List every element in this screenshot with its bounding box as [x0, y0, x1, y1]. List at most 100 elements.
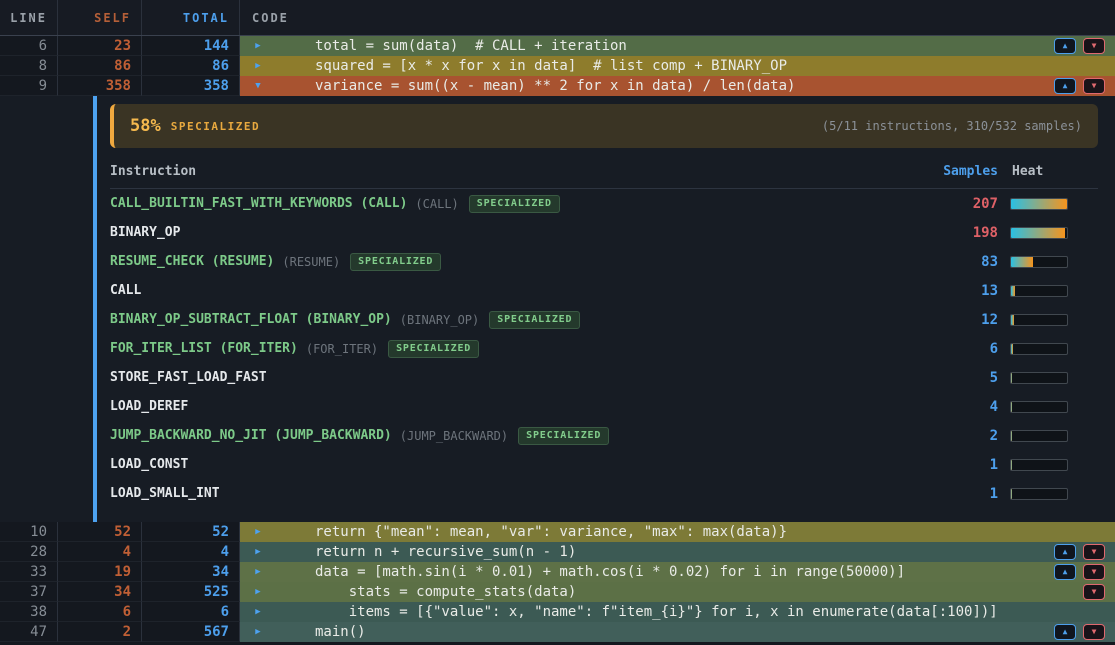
heat-bar-fill — [1011, 257, 1033, 267]
instruction-base-name: (RESUME) — [282, 255, 340, 269]
heat-bar-track — [1010, 430, 1068, 442]
instruction-rows: CALL_BUILTIN_FAST_WITH_KEYWORDS (CALL) (… — [110, 189, 1098, 508]
jump-up-button[interactable]: ▲ — [1054, 544, 1076, 560]
collapse-arrow-icon[interactable]: ▼ — [253, 81, 263, 91]
total-samples: 358 — [142, 76, 240, 96]
code-cell: ▶ return {"mean": mean, "var": variance,… — [240, 522, 1115, 542]
code-text: return {"mean": mean, "var": variance, "… — [315, 524, 787, 540]
instruction-row: LOAD_DEREF 4 — [110, 392, 1098, 421]
self-samples: 6 — [58, 602, 142, 622]
expansion-connector-line — [93, 96, 97, 522]
specialized-badge: SPECIALIZED — [388, 340, 479, 358]
instruction-name-cell: LOAD_CONST — [110, 457, 878, 472]
instruction-name: LOAD_CONST — [110, 457, 188, 472]
expand-arrow-icon[interactable]: ▶ — [253, 607, 263, 617]
jump-buttons: ▲▼ — [1054, 564, 1105, 580]
instruction-name: CALL_BUILTIN_FAST_WITH_KEYWORDS (CALL) — [110, 196, 407, 211]
table-row: 10 52 52 ▶ return {"mean": mean, "var": … — [0, 522, 1115, 542]
instruction-row: BINARY_OP 198 — [110, 218, 1098, 247]
self-samples: 86 — [58, 56, 142, 76]
instruction-row: LOAD_CONST 1 — [110, 450, 1098, 479]
total-samples: 6 — [142, 602, 240, 622]
instruction-name-cell: BINARY_OP — [110, 225, 878, 240]
column-header-samples: Samples — [878, 164, 998, 179]
instruction-base-name: (FOR_ITER) — [306, 342, 378, 356]
total-samples: 4 — [142, 542, 240, 562]
heat-bar-track — [1010, 401, 1068, 413]
jump-up-button[interactable]: ▲ — [1054, 624, 1076, 640]
instruction-name-cell: CALL_BUILTIN_FAST_WITH_KEYWORDS (CALL) (… — [110, 195, 878, 213]
line-number: 47 — [0, 622, 58, 642]
heat-bar-track — [1010, 459, 1068, 471]
jump-down-button[interactable]: ▼ — [1083, 544, 1105, 560]
top-code-rows: 6 23 144 ▶ total = sum(data) # CALL + it… — [0, 36, 1115, 96]
instruction-row: JUMP_BACKWARD_NO_JIT (JUMP_BACKWARD) (JU… — [110, 421, 1098, 450]
heat-bar-fill — [1011, 489, 1012, 499]
specialized-badge: SPECIALIZED — [469, 195, 560, 213]
jump-down-button[interactable]: ▼ — [1083, 564, 1105, 580]
total-samples: 34 — [142, 562, 240, 582]
code-cell: ▶ total = sum(data) # CALL + iteration ▲… — [240, 36, 1115, 56]
jump-down-button[interactable]: ▼ — [1083, 78, 1105, 94]
heat-bar-track — [1010, 488, 1068, 500]
line-number: 8 — [0, 56, 58, 76]
line-number: 10 — [0, 522, 58, 542]
expand-arrow-icon[interactable]: ▶ — [253, 627, 263, 637]
code-text: stats = compute_stats(data) — [315, 584, 576, 600]
instruction-name-cell: RESUME_CHECK (RESUME) (RESUME) SPECIALIZ… — [110, 253, 878, 271]
instruction-name: JUMP_BACKWARD_NO_JIT (JUMP_BACKWARD) — [110, 428, 392, 443]
jump-up-button[interactable]: ▲ — [1054, 38, 1076, 54]
jump-up-button[interactable]: ▲ — [1054, 564, 1076, 580]
instruction-name-cell: LOAD_SMALL_INT — [110, 486, 878, 501]
heat-bar-fill — [1011, 402, 1012, 412]
bottom-code-rows: 10 52 52 ▶ return {"mean": mean, "var": … — [0, 522, 1115, 642]
instruction-heat-cell — [1010, 372, 1098, 384]
expand-arrow-icon[interactable]: ▶ — [253, 567, 263, 577]
table-row: 37 34 525 ▶ stats = compute_stats(data) … — [0, 582, 1115, 602]
expand-arrow-icon[interactable]: ▶ — [253, 587, 263, 597]
code-text: total = sum(data) # CALL + iteration — [315, 38, 627, 54]
column-header-self: SELF — [58, 0, 142, 35]
heat-bar-track — [1010, 227, 1068, 239]
instruction-name-cell: LOAD_DEREF — [110, 399, 878, 414]
expand-arrow-icon[interactable]: ▶ — [253, 61, 263, 71]
instruction-row: RESUME_CHECK (RESUME) (RESUME) SPECIALIZ… — [110, 247, 1098, 276]
instruction-samples: 83 — [878, 254, 998, 270]
instruction-name-cell: BINARY_OP_SUBTRACT_FLOAT (BINARY_OP) (BI… — [110, 311, 878, 329]
instruction-base-name: (BINARY_OP) — [400, 313, 479, 327]
jump-down-button[interactable]: ▼ — [1083, 584, 1105, 600]
instruction-samples: 5 — [878, 370, 998, 386]
total-samples: 525 — [142, 582, 240, 602]
column-header-heat: Heat — [1010, 164, 1098, 179]
heat-bar-track — [1010, 198, 1068, 210]
expand-arrow-icon[interactable]: ▶ — [253, 527, 263, 537]
jump-down-button[interactable]: ▼ — [1083, 38, 1105, 54]
jump-down-button[interactable]: ▼ — [1083, 624, 1105, 640]
instruction-samples: 2 — [878, 428, 998, 444]
jump-up-button[interactable]: ▲ — [1054, 78, 1076, 94]
expand-arrow-icon[interactable]: ▶ — [253, 41, 263, 51]
instruction-heat-cell — [1010, 430, 1098, 442]
self-samples: 2 — [58, 622, 142, 642]
code-text: items = [{"value": x, "name": f"item_{i}… — [315, 604, 998, 620]
instruction-heat-cell — [1010, 256, 1098, 268]
jump-buttons: ▲▼ — [1054, 78, 1105, 94]
specialized-label: SPECIALIZED — [171, 120, 260, 133]
instruction-name: STORE_FAST_LOAD_FAST — [110, 370, 267, 385]
specialized-badge: SPECIALIZED — [518, 427, 609, 445]
total-samples: 567 — [142, 622, 240, 642]
jump-buttons: ▲▼ — [1054, 544, 1105, 560]
instruction-row: CALL_BUILTIN_FAST_WITH_KEYWORDS (CALL) (… — [110, 189, 1098, 218]
jump-buttons: ▲▼ — [1054, 38, 1105, 54]
specialized-badge: SPECIALIZED — [350, 253, 441, 271]
total-samples: 52 — [142, 522, 240, 542]
heat-bar-track — [1010, 285, 1068, 297]
instruction-heat-cell — [1010, 488, 1098, 500]
heat-bar-track — [1010, 314, 1068, 326]
code-cell: ▶ stats = compute_stats(data) ▼ — [240, 582, 1115, 602]
heat-bar-track — [1010, 372, 1068, 384]
expand-arrow-icon[interactable]: ▶ — [253, 547, 263, 557]
table-row: 38 6 6 ▶ items = [{"value": x, "name": f… — [0, 602, 1115, 622]
code-cell: ▶ squared = [x * x for x in data] # list… — [240, 56, 1115, 76]
code-cell: ▶ main() ▲▼ — [240, 622, 1115, 642]
